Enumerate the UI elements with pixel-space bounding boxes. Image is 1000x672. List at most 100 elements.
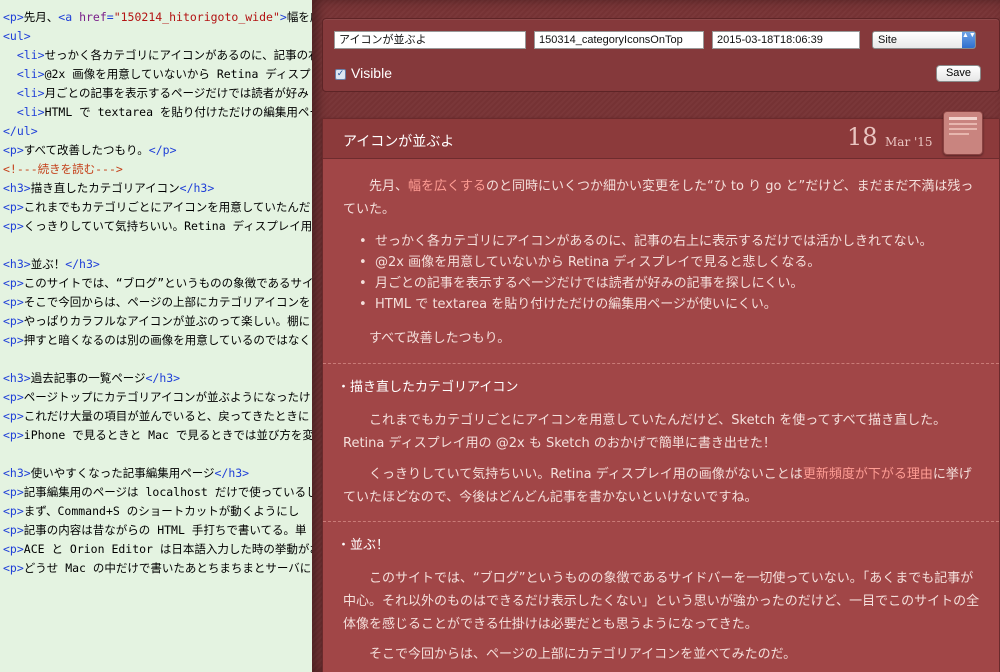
category-notes-icon[interactable] <box>943 111 983 155</box>
code-line: <li>月ごとの記事を表示するページだけでは読者が好み <box>0 84 312 103</box>
section-heading-lineup: ・並ぶ！ <box>337 538 390 553</box>
code-line: <p>くっきりしていて気持ちいい。Retina ディスプレイ用の <box>0 217 312 236</box>
section1-paragraph-2: くっきりしていて気持ちいい。Retina ディスプレイ用の画像がないことは更新頻… <box>343 463 983 509</box>
code-line: <h3>使いやすくなった記事編集用ページ</h3> <box>0 464 312 483</box>
code-token: 並ぶ！ <box>30 257 66 271</box>
code-line: <p>記事の内容は昔ながらの HTML 手打ちで書いてる。単 <box>0 521 312 540</box>
article-date-month: Mar '15 <box>885 135 933 149</box>
save-button[interactable]: Save <box>936 65 981 82</box>
code-token: 記事の内容は昔ながらの HTML 手打ちで書いてる。単 <box>23 523 307 537</box>
code-line: <p>記事編集用のページは localhost だけで使っているし、 <box>0 483 312 502</box>
code-line: <p>やっぱりカラフルなアイコンが並ぶのって楽しい。棚に <box>0 312 312 331</box>
code-line: <p>押すと暗くなるのは別の画像を用意しているのではなく <box>0 331 312 350</box>
code-token: <p> <box>3 333 24 347</box>
code-token: <p> <box>3 295 24 309</box>
code-token: やっぱりカラフルなアイコンが並ぶのって楽しい。棚に <box>23 314 311 328</box>
section2-paragraph-2: そこで今回からは、ページの上部にカテゴリアイコンを並べてみたのだ。 <box>369 647 797 662</box>
code-line: <h3>過去記事の一覧ページ</h3> <box>0 369 312 388</box>
code-token: <p> <box>3 143 24 157</box>
list-item: せっかく各カテゴリにアイコンがあるのに、記事の右上に表示するだけでは活かしきれて… <box>359 231 979 252</box>
post-metadata-form: アイコンが並ぶよ 150314_categoryIconsOnTop 2015-… <box>322 18 1000 92</box>
code-token: <li> <box>16 48 45 62</box>
visible-checkbox[interactable]: ✓ <box>335 69 346 80</box>
code-token: 押すと暗くなるのは別の画像を用意しているのではなく <box>23 333 311 347</box>
title-input[interactable]: アイコンが並ぶよ <box>334 31 526 49</box>
section-divider <box>323 521 999 522</box>
article-date-day: 18 <box>847 123 878 151</box>
code-line: <p>iPhone で見るときと Mac で見るときでは並び方を変え <box>0 426 312 445</box>
html-source-editor[interactable]: <p>先月、<a href="150214_hitorigoto_wide">幅… <box>0 0 312 672</box>
code-token: <li> <box>16 86 45 100</box>
intro-text-before: 先月、 <box>369 179 409 194</box>
code-token: <p> <box>3 428 24 442</box>
issues-list: せっかく各カテゴリにアイコンがあるのに、記事の右上に表示するだけでは活かしきれて… <box>359 231 979 315</box>
code-token: ページトップにカテゴリアイコンが並ぶようになったけ <box>23 390 311 404</box>
list-item: 月ごとの記事を表示するページだけでは読者が好みの記事を探しにくい。 <box>359 273 979 294</box>
code-token: <p> <box>3 200 24 214</box>
code-line: <h3>並ぶ！</h3> <box>0 255 312 274</box>
code-token: HTML で textarea を貼り付けただけの編集用ページ <box>44 105 312 119</box>
code-token: <p> <box>3 390 24 404</box>
code-token: <h3> <box>3 181 31 195</box>
code-line: <ul> <box>0 27 312 46</box>
code-token: <h3> <box>3 466 31 480</box>
code-token: せっかく各カテゴリにアイコンがあるのに、記事の右 <box>44 48 312 62</box>
code-token: </h3> <box>145 371 181 385</box>
code-token: <p> <box>3 504 24 518</box>
code-token: </ul> <box>3 124 38 138</box>
code-token: <p> <box>3 485 24 499</box>
code-token: > <box>279 10 287 24</box>
code-token: <!---続きを読む---> <box>3 162 123 176</box>
code-token: <h3> <box>3 371 31 385</box>
code-token: <ul> <box>3 29 31 43</box>
update-frequency-link[interactable]: 更新頻度が下がる理由 <box>803 467 933 482</box>
code-token: まず、Command+S のショートカットが動くようにし <box>23 504 300 518</box>
blog-admin-panel: アイコンが並ぶよ 150314_categoryIconsOnTop 2015-… <box>312 0 1000 672</box>
date-input[interactable]: 2015-03-18T18:06:39 <box>712 31 860 49</box>
code-token: <p> <box>3 409 24 423</box>
code-token: すべて改善したつもり。 <box>23 143 149 157</box>
code-line: <p>ACE と Orion Editor は日本語入力した時の挙動がおか <box>0 540 312 559</box>
code-line: <li>HTML で textarea を貼り付けただけの編集用ページ <box>0 103 312 122</box>
code-token: <p> <box>3 10 24 24</box>
section1-paragraph-1: これまでもカテゴリごとにアイコンを用意していたんだけど、Sketch を使ってす… <box>343 413 947 451</box>
code-token: </h3> <box>214 466 250 480</box>
code-token: <li> <box>16 105 45 119</box>
section1-text-before: くっきりしていて気持ちいい。Retina ディスプレイ用の画像がないことは <box>369 467 803 482</box>
code-line: <p>ページトップにカテゴリアイコンが並ぶようになったけ <box>0 388 312 407</box>
code-token: 記事編集用のページは localhost だけで使っているし、 <box>23 485 312 499</box>
intro-link[interactable]: 幅を広くする <box>408 179 486 194</box>
site-select[interactable]: Site ▲▼ <box>872 31 976 49</box>
article-preview: アイコンが並ぶよ 18 Mar '15 先月、幅を広くするのと同時にいくつか細か… <box>322 111 1000 672</box>
code-token: "150214_hitorigoto_wide" <box>113 10 280 24</box>
code-token: <p> <box>3 219 24 233</box>
summary-paragraph: すべて改善したつもり。 <box>369 331 511 346</box>
code-line: <p>これまでもカテゴリごとにアイコンを用意していたんだ <box>0 198 312 217</box>
select-arrows-icon: ▲▼ <box>962 32 976 48</box>
code-line: <p>まず、Command+S のショートカットが動くようにし <box>0 502 312 521</box>
article-header: アイコンが並ぶよ 18 Mar '15 <box>323 111 999 159</box>
intro-paragraph: 先月、幅を広くするのと同時にいくつか細かい変更をした“ひ to り go と”だ… <box>343 175 983 221</box>
code-token: @2x 画像を用意していないから Retina ディスプレ <box>44 67 312 81</box>
code-line: <p>このサイトでは、“ブログ”というものの象徴であるサイ <box>0 274 312 293</box>
code-token: <h3> <box>3 257 31 271</box>
site-select-value: Site <box>878 34 897 46</box>
code-token: 使いやすくなった記事編集用ページ <box>30 466 215 480</box>
code-line: <p>すべて改善したつもり。</p> <box>0 141 312 160</box>
code-line: <!---続きを読む---> <box>0 160 312 179</box>
code-token: <li> <box>16 67 45 81</box>
code-token: 月ごとの記事を表示するページだけでは読者が好み <box>44 86 309 100</box>
code-token: </p> <box>148 143 177 157</box>
code-token: これまでもカテゴリごとにアイコンを用意していたんだ <box>23 200 311 214</box>
section-heading-icons: ・描き直したカテゴリアイコン <box>337 380 519 395</box>
code-token: これだけ大量の項目が並んでいると、戻ってきたときに <box>23 409 310 423</box>
slug-input[interactable]: 150314_categoryIconsOnTop <box>534 31 704 49</box>
code-token: どうせ Mac の中だけで書いたあとちまちまとサーバに <box>23 561 312 575</box>
section-divider <box>323 363 999 364</box>
code-token: <p> <box>3 523 24 537</box>
